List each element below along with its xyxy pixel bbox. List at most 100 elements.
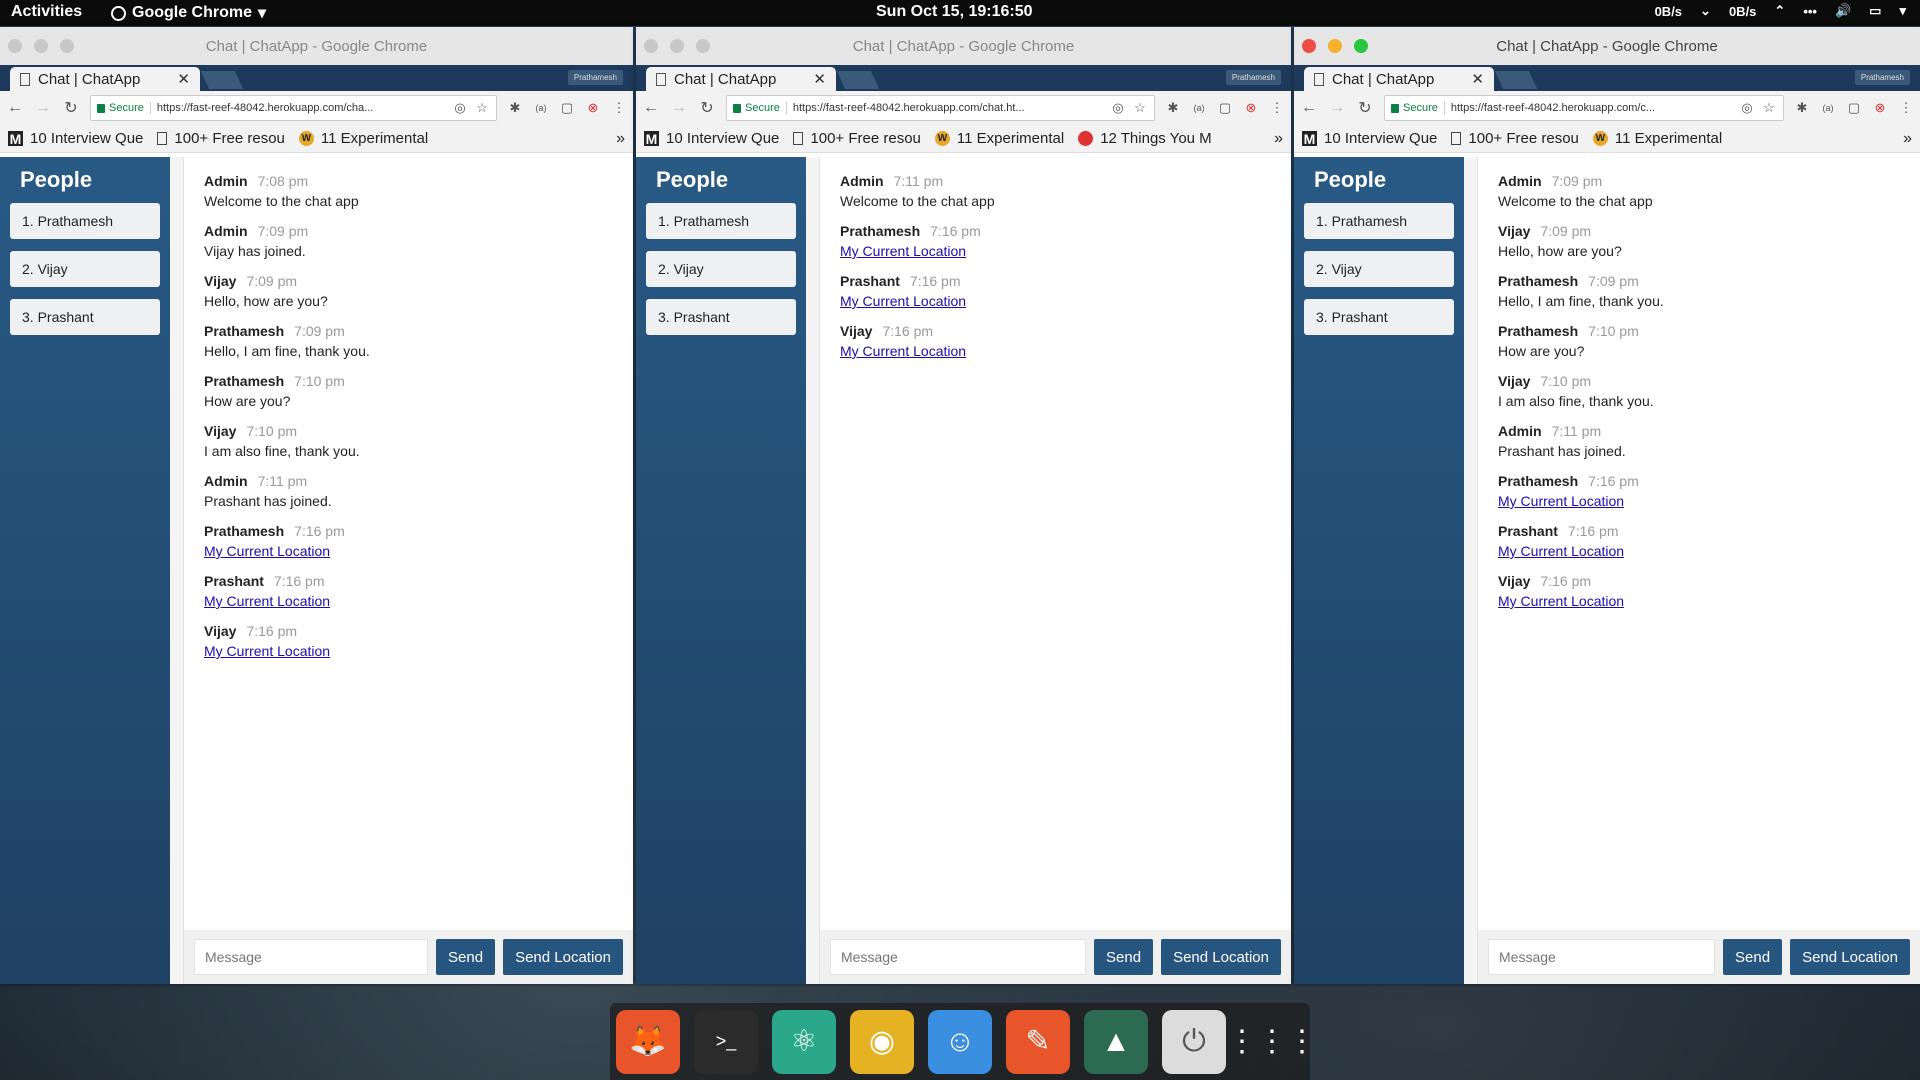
extension-icon[interactable]: ⊗ — [1872, 100, 1888, 116]
profile-button[interactable]: Prathamesh — [567, 70, 623, 85]
close-tab-icon[interactable]: ✕ — [1471, 70, 1484, 88]
new-tab-button[interactable] — [836, 71, 880, 89]
location-link[interactable]: My Current Location — [204, 643, 330, 659]
message-input[interactable] — [1488, 939, 1716, 975]
forward-icon[interactable]: → — [34, 99, 52, 117]
extension-icon[interactable]: ✱ — [507, 100, 523, 116]
minimize-window-button[interactable] — [1328, 39, 1342, 53]
location-link[interactable]: My Current Location — [204, 593, 330, 609]
menu-icon[interactable]: ⋮ — [1269, 100, 1285, 116]
send-location-button[interactable]: Send Location — [1161, 939, 1281, 975]
profile-button[interactable]: Prathamesh — [1854, 70, 1910, 85]
browser-tab[interactable]: Chat | ChatApp ✕ — [10, 67, 200, 91]
bookmark-item[interactable]: M 10 Interview Que — [1302, 130, 1437, 147]
window-titlebar[interactable]: Chat | ChatApp - Google Chrome — [636, 27, 1291, 65]
app-grid-icon[interactable]: ⋮⋮⋮ — [1227, 1010, 1317, 1074]
send-location-button[interactable]: Send Location — [503, 939, 623, 975]
back-icon[interactable]: ← — [642, 99, 660, 117]
send-button[interactable]: Send — [436, 939, 496, 975]
atom-icon[interactable]: ⚛ — [772, 1009, 836, 1074]
location-icon[interactable]: ◎ — [1739, 100, 1755, 116]
star-icon[interactable]: ☆ — [474, 100, 490, 116]
location-icon[interactable]: ◎ — [1110, 100, 1126, 116]
bookmark-item[interactable]: 100+ Free resou — [793, 130, 921, 147]
close-tab-icon[interactable]: ✕ — [177, 70, 190, 88]
address-bar[interactable]: Secure https://fast-reef-48042.herokuapp… — [726, 95, 1155, 121]
window-titlebar[interactable]: Chat | ChatApp - Google Chrome — [0, 27, 633, 65]
secure-badge[interactable]: Secure — [97, 102, 151, 114]
address-bar[interactable]: Secure https://fast-reef-48042.herokuapp… — [90, 95, 497, 121]
extension-icon[interactable]: (a) — [1820, 103, 1836, 113]
address-bar[interactable]: Secure https://fast-reef-48042.herokuapp… — [1384, 95, 1784, 121]
location-link[interactable]: My Current Location — [840, 293, 966, 309]
bookmark-item[interactable]: 100+ Free resou — [1451, 130, 1579, 147]
message-input[interactable] — [830, 939, 1087, 975]
location-link[interactable]: My Current Location — [1498, 593, 1624, 609]
secure-badge[interactable]: Secure — [733, 102, 787, 114]
send-location-button[interactable]: Send Location — [1790, 939, 1910, 975]
send-button[interactable]: Send — [1723, 939, 1783, 975]
more-bookmarks-icon[interactable]: » — [1274, 130, 1283, 148]
more-bookmarks-icon[interactable]: » — [1903, 130, 1912, 148]
chrome-icon[interactable]: ◉ — [850, 1009, 914, 1074]
minimize-window-button[interactable] — [670, 39, 684, 53]
browser-tab[interactable]: Chat | ChatApp ✕ — [1304, 67, 1494, 91]
bookmark-item[interactable]: W 11 Experimental — [1592, 130, 1722, 147]
gimp-icon[interactable]: 🦊 — [616, 1009, 680, 1074]
send-button[interactable]: Send — [1094, 939, 1154, 975]
minimize-window-button[interactable] — [34, 39, 48, 53]
extension-icon[interactable]: ▢ — [1217, 100, 1233, 116]
profile-button[interactable]: Prathamesh — [1225, 70, 1281, 85]
scrollbar[interactable] — [1464, 157, 1478, 984]
message-input[interactable] — [194, 939, 429, 975]
system-monitor-icon[interactable]: ▲ — [1084, 1009, 1148, 1074]
status-area[interactable]: 0B/s ⌄ 0B/s ⌃ ••• 🔊 ▭ ▾ — [1655, 3, 1906, 19]
maximize-window-button[interactable] — [60, 39, 74, 53]
secure-badge[interactable]: Secure — [1391, 102, 1445, 114]
menu-icon[interactable]: ⋮ — [611, 100, 627, 116]
new-tab-button[interactable] — [200, 71, 244, 89]
clock[interactable]: Sun Oct 15, 19:16:50 — [876, 3, 1033, 21]
more-bookmarks-icon[interactable]: » — [616, 130, 625, 148]
extension-icon[interactable]: (a) — [533, 103, 549, 113]
extension-icon[interactable]: ✱ — [1165, 100, 1181, 116]
forward-icon[interactable]: → — [1328, 99, 1346, 117]
finder-icon[interactable]: ☺ — [928, 1009, 992, 1074]
extension-icon[interactable]: ⊗ — [585, 100, 601, 116]
forward-icon[interactable]: → — [670, 99, 688, 117]
bookmark-item[interactable]: W 11 Experimental — [298, 130, 428, 147]
extension-icon[interactable]: ▢ — [1846, 100, 1862, 116]
extension-icon[interactable]: ⊗ — [1243, 100, 1259, 116]
close-tab-icon[interactable]: ✕ — [813, 70, 826, 88]
maximize-window-button[interactable] — [696, 39, 710, 53]
browser-tab[interactable]: Chat | ChatApp ✕ — [646, 67, 836, 91]
new-tab-button[interactable] — [1494, 71, 1538, 89]
extension-icon[interactable]: ▢ — [559, 100, 575, 116]
bookmark-item[interactable]: W 11 Experimental — [934, 130, 1064, 147]
star-icon[interactable]: ☆ — [1761, 100, 1777, 116]
postman-icon[interactable]: ✎ — [1006, 1009, 1070, 1074]
extension-icon[interactable]: ✱ — [1794, 100, 1810, 116]
terminal-icon[interactable]: >_ — [694, 1009, 758, 1074]
location-link[interactable]: My Current Location — [1498, 543, 1624, 559]
window-titlebar[interactable]: Chat | ChatApp - Google Chrome — [1294, 27, 1920, 65]
star-icon[interactable]: ☆ — [1132, 100, 1148, 116]
close-window-button[interactable] — [644, 39, 658, 53]
bookmark-item[interactable]: M 10 Interview Que — [644, 130, 779, 147]
bookmark-item[interactable]: 100+ Free resou — [157, 130, 285, 147]
location-link[interactable]: My Current Location — [840, 243, 966, 259]
bookmark-item[interactable]: 12 Things You M — [1078, 130, 1212, 147]
app-menu[interactable]: Google Chrome ▾ — [111, 3, 266, 23]
extension-icon[interactable]: (a) — [1191, 103, 1207, 113]
location-link[interactable]: My Current Location — [1498, 493, 1624, 509]
location-link[interactable]: My Current Location — [840, 343, 966, 359]
scrollbar[interactable] — [170, 157, 184, 984]
back-icon[interactable]: ← — [1300, 99, 1318, 117]
location-icon[interactable]: ◎ — [452, 100, 468, 116]
bookmark-item[interactable]: M 10 Interview Que — [8, 130, 143, 147]
power-icon[interactable]: ⏻ — [1162, 1009, 1226, 1074]
close-window-button[interactable] — [1302, 39, 1316, 53]
reload-icon[interactable]: ↻ — [698, 98, 716, 118]
scrollbar[interactable] — [806, 157, 820, 984]
back-icon[interactable]: ← — [6, 99, 24, 117]
